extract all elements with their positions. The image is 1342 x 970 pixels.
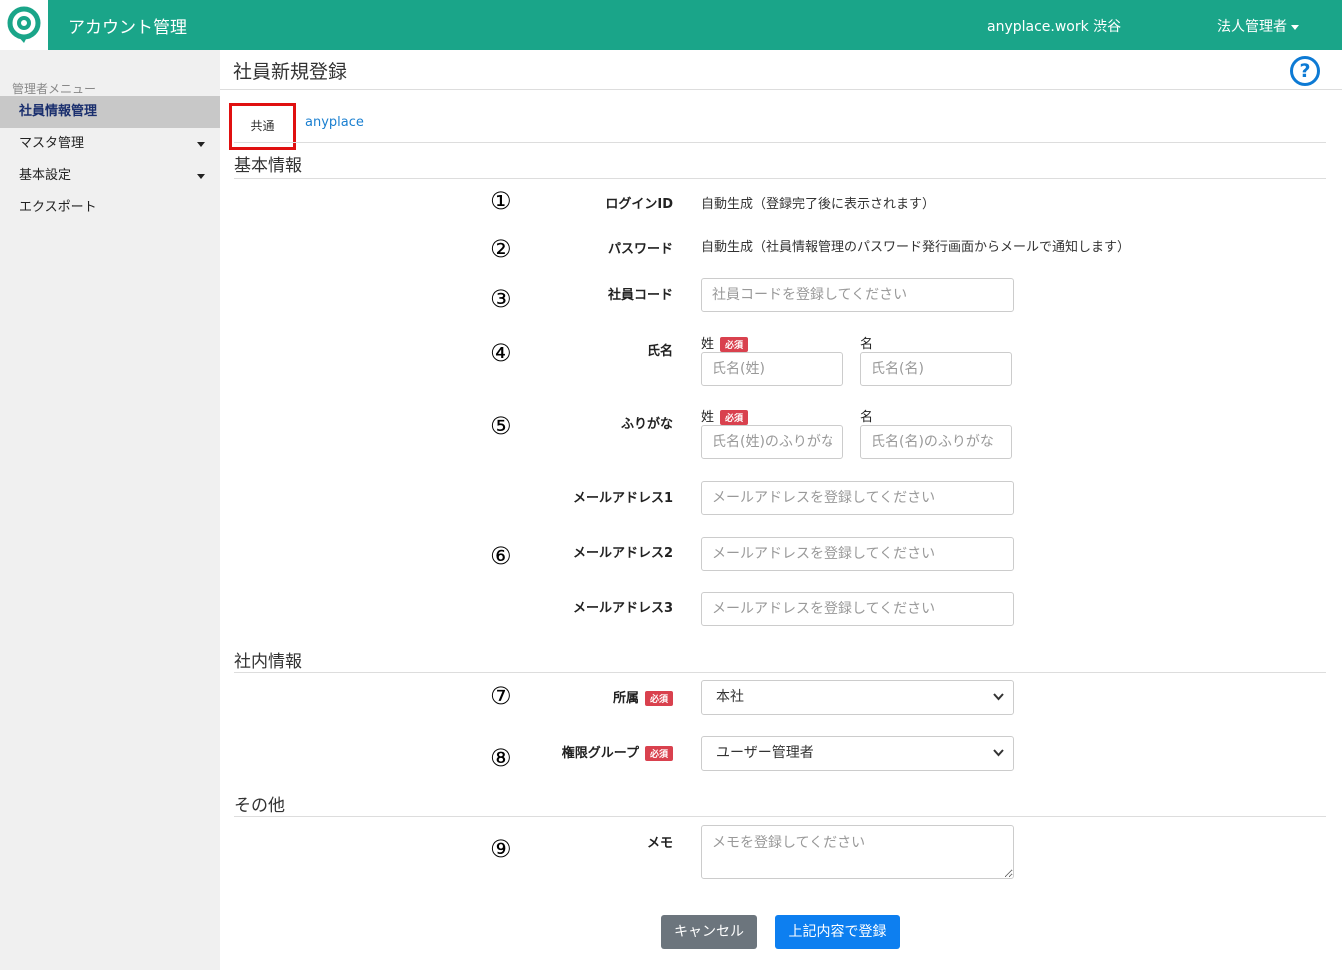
divider (220, 89, 1342, 90)
employee-code-label: 社員コード (607, 288, 673, 303)
permission-group-select[interactable]: ユーザー管理者 (701, 736, 1014, 771)
first-name-furigana-input[interactable] (860, 425, 1012, 459)
password-label: パスワード (607, 242, 673, 257)
furigana-first-sublabel: 名 (860, 410, 874, 425)
user-menu-label: 法人管理者 (1217, 19, 1287, 35)
sidebar-item-label: マスタ管理 (19, 136, 85, 151)
required-badge: 必須 (720, 337, 749, 352)
tab-anyplace[interactable]: anyplace (305, 115, 364, 130)
furigana-label: ふりがな (620, 417, 673, 432)
permission-group-label-text: 権限グループ (561, 746, 639, 761)
affiliation-label-text: 所属 (612, 691, 639, 706)
brand-logo-icon (7, 6, 41, 43)
first-name-input[interactable] (860, 352, 1012, 386)
furigana-last-sublabel: 姓必須 (701, 406, 749, 425)
required-badge: 必須 (720, 410, 749, 425)
password-value: 自動生成（社員情報管理のパスワード発行画面からメールで通知します） (701, 240, 1131, 255)
marker-1: ① (490, 187, 512, 215)
marker-4: ④ (490, 339, 512, 367)
sidebar-item-label: エクスポート (19, 200, 97, 215)
affiliation-select-value: 本社 (716, 689, 744, 705)
submit-button[interactable]: 上記内容で登録 (775, 915, 900, 949)
user-menu[interactable]: 法人管理者 (1217, 16, 1299, 36)
memo-textarea[interactable] (701, 825, 1014, 879)
marker-5: ⑤ (490, 412, 512, 440)
login-id-label: ログインID (605, 197, 673, 212)
dropdown-caret-icon (1291, 24, 1299, 30)
app-title: アカウント管理 (68, 18, 187, 38)
marker-2: ② (490, 235, 512, 263)
affiliation-label: 所属 必須 (510, 687, 673, 706)
chevron-down-icon (993, 693, 1004, 701)
page-title: 社員新規登録 (233, 61, 348, 83)
sidebar-item-employee-info[interactable]: 社員情報管理 (0, 96, 220, 128)
cancel-button[interactable]: キャンセル (661, 915, 757, 949)
permission-group-label: 権限グループ 必須 (510, 742, 673, 761)
email2-label: メールアドレス2 (572, 546, 673, 561)
login-id-value: 自動生成（登録完了後に表示されます） (701, 197, 936, 212)
required-badge: 必須 (644, 746, 673, 761)
top-navbar: アカウント管理 anyplace.work 渋谷 法人管理者 (0, 0, 1342, 50)
email3-label: メールアドレス3 (572, 601, 673, 616)
marker-6: ⑥ (490, 542, 512, 570)
email2-input[interactable] (701, 537, 1014, 571)
divider (234, 178, 1326, 179)
dropdown-caret-icon (197, 174, 205, 179)
section-title-other: その他 (234, 796, 285, 816)
permission-group-select-value: ユーザー管理者 (716, 745, 814, 761)
last-name-input[interactable] (701, 352, 843, 386)
email1-input[interactable] (701, 481, 1014, 515)
name-last-sublabel-text: 姓 (701, 337, 715, 352)
sidebar-item-export[interactable]: エクスポート (0, 192, 220, 224)
name-first-sublabel: 名 (860, 337, 874, 352)
section-title-basic: 基本情報 (234, 156, 302, 176)
divider (234, 816, 1326, 817)
dropdown-caret-icon (197, 142, 205, 147)
company-name: anyplace.work 渋谷 (987, 19, 1122, 35)
sidebar-item-master[interactable]: マスタ管理 (0, 128, 220, 160)
affiliation-select[interactable]: 本社 (701, 680, 1014, 715)
name-last-sublabel: 姓必須 (701, 333, 749, 352)
sidebar-item-label: 基本設定 (19, 168, 72, 183)
email3-input[interactable] (701, 592, 1014, 626)
employee-code-input[interactable] (701, 278, 1014, 312)
logo[interactable] (0, 0, 48, 50)
name-label: 氏名 (646, 344, 673, 359)
sidebar-item-label: 社員情報管理 (19, 104, 98, 119)
required-badge: 必須 (644, 691, 673, 706)
marker-7: ⑦ (490, 682, 512, 710)
marker-8: ⑧ (490, 744, 512, 772)
sidebar-item-settings[interactable]: 基本設定 (0, 160, 220, 192)
sidebar-heading: 管理者メニュー (12, 82, 97, 96)
last-name-furigana-input[interactable] (701, 425, 843, 459)
section-title-company: 社内情報 (234, 652, 302, 672)
main-content: 社員新規登録 ? 共通 anyplace 基本情報 ① ログインID 自動生成（… (220, 50, 1342, 970)
marker-3: ③ (490, 285, 512, 313)
help-icon[interactable]: ? (1290, 56, 1320, 86)
furigana-last-sublabel-text: 姓 (701, 410, 715, 425)
sidebar: 管理者メニュー 社員情報管理 マスタ管理 基本設定 エクスポート (0, 50, 220, 970)
memo-label: メモ (646, 836, 673, 851)
chevron-down-icon (993, 749, 1004, 757)
divider (234, 142, 1326, 143)
divider (234, 672, 1326, 673)
marker-9: ⑨ (490, 835, 512, 863)
email1-label: メールアドレス1 (572, 491, 673, 506)
